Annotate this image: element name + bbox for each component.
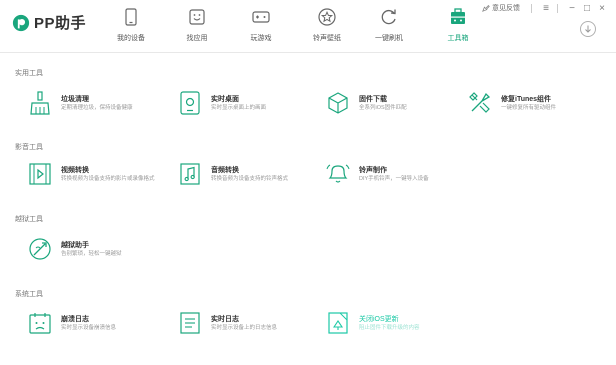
bell-icon — [326, 164, 350, 183]
section-title-media: 影音工具 — [15, 144, 43, 151]
tool-junk-clean[interactable]: 垃圾清理 定期清理垃圾，保持设备健康 — [28, 91, 168, 121]
tool-live-log[interactable]: 实时日志 实时显示设备上的日志信息 — [178, 311, 318, 341]
log-icon — [180, 312, 200, 334]
ios-update-icon — [328, 312, 348, 334]
tool-name: 修复iTunes组件 — [501, 96, 552, 103]
nav-label: 找应用 — [186, 35, 208, 42]
tool-name: 垃圾清理 — [61, 96, 89, 103]
tool-firmware-download[interactable]: 固件下载 全系列iOS固件匹配 — [326, 91, 466, 121]
nav-label: 我的设备 — [117, 35, 145, 42]
maximize-button[interactable]: □ — [581, 2, 593, 14]
download-button[interactable] — [580, 21, 596, 37]
section-title-system: 系统工具 — [15, 291, 43, 298]
wrench-icon — [469, 92, 491, 113]
tool-name: 实时桌面 — [211, 96, 239, 103]
nav-my-device[interactable]: 我的设备 — [102, 0, 160, 52]
tool-desc: DIY手机铃声，一键导入设备 — [359, 176, 429, 182]
tool-desc: 一键修复所有驱动组件 — [501, 105, 557, 111]
separator — [557, 3, 558, 13]
feedback-label: 意见反馈 — [492, 5, 520, 12]
toolbox-icon — [451, 8, 465, 24]
nav-label: 工具箱 — [447, 35, 469, 42]
tool-name: 固件下载 — [359, 96, 387, 103]
tool-desc: 实时显示设备崩溃信息 — [61, 325, 117, 331]
separator — [531, 3, 532, 13]
download-icon — [585, 25, 591, 33]
section-title-utility: 实用工具 — [15, 70, 43, 77]
app-window: PP助手 我的设备 找应用 玩游戏 铃声壁纸 一键刷机 工具箱 意见反馈 ≡ −… — [0, 0, 616, 365]
nav-games[interactable]: 玩游戏 — [232, 0, 290, 52]
top-bar: PP助手 我的设备 找应用 玩游戏 铃声壁纸 一键刷机 工具箱 意见反馈 ≡ −… — [0, 0, 616, 53]
tool-ringtone-maker[interactable]: 铃声制作 DIY手机铃声，一键导入设备 — [326, 162, 466, 192]
tool-name: 关闭iOS更新 — [359, 316, 399, 323]
close-button[interactable]: × — [596, 2, 608, 14]
tool-video-convert[interactable]: 视频转换 转换视频为设备支持的影片或录像格式 — [28, 162, 168, 192]
tool-desc: 全系列iOS固件匹配 — [359, 105, 407, 111]
tool-live-desktop[interactable]: 实时桌面 实时显示桌面上的画面 — [178, 91, 318, 121]
tool-desc: 实时显示桌面上的画面 — [211, 105, 267, 111]
tool-desc: 实时显示设备上的日志信息 — [211, 325, 278, 331]
crash-log-icon — [29, 313, 51, 334]
tool-name: 音频转换 — [211, 167, 239, 174]
tool-fix-itunes[interactable]: 修复iTunes组件 一键修复所有驱动组件 — [468, 91, 608, 121]
broom-icon — [30, 91, 50, 115]
logo: PP助手 — [12, 12, 86, 33]
tool-name: 实时日志 — [211, 316, 239, 323]
audio-icon — [180, 163, 200, 185]
tool-desc: 告别繁琐，轻松一键越狱 — [61, 251, 122, 257]
phone-icon — [125, 8, 137, 26]
tool-audio-convert[interactable]: 音频转换 转换音频为设备支持的铃声格式 — [178, 162, 318, 192]
nav-label: 玩游戏 — [250, 35, 272, 42]
tool-jailbreak-assistant[interactable]: 越狱助手 告别繁琐，轻松一键越狱 — [28, 237, 168, 267]
nav-ringtones[interactable]: 铃声壁纸 — [298, 0, 356, 52]
tool-desc: 定期清理垃圾，保持设备健康 — [61, 105, 133, 111]
tool-name: 崩溃日志 — [61, 316, 89, 323]
smile-icon — [189, 9, 205, 25]
feedback-icon — [482, 5, 490, 12]
cube-icon — [328, 92, 348, 114]
video-icon — [29, 163, 51, 185]
nav-flash[interactable]: 一键刷机 — [360, 0, 418, 52]
star-icon — [318, 8, 336, 26]
jailbreak-icon — [29, 238, 51, 260]
minimize-button[interactable]: − — [566, 2, 578, 14]
screen-icon — [180, 91, 200, 115]
nav-label: 一键刷机 — [375, 35, 403, 42]
tool-desc: 转换视频为设备支持的影片或录像格式 — [61, 176, 155, 182]
gamepad-icon — [252, 11, 270, 23]
tool-name: 越狱助手 — [61, 242, 89, 249]
menu-button[interactable]: ≡ — [540, 2, 552, 14]
pp-logo-icon — [12, 14, 30, 31]
nav-label: 铃声壁纸 — [313, 35, 341, 42]
nav-toolbox[interactable]: 工具箱 — [429, 0, 487, 52]
tool-name: 视频转换 — [61, 167, 89, 174]
tool-disable-ios-update[interactable]: 关闭iOS更新 阻止固件下载升级的内容 — [326, 311, 466, 341]
feedback-link[interactable]: 意见反馈 — [482, 3, 520, 13]
section-title-jailbreak: 越狱工具 — [15, 216, 43, 223]
tool-crash-log[interactable]: 崩溃日志 实时显示设备崩溃信息 — [28, 311, 168, 341]
nav-find-apps[interactable]: 找应用 — [168, 0, 226, 52]
refresh-icon — [381, 9, 396, 25]
window-controls: 意见反馈 ≡ − □ × — [482, 2, 608, 14]
tool-name: 铃声制作 — [359, 167, 387, 174]
tool-desc: 转换音频为设备支持的铃声格式 — [211, 176, 289, 182]
logo-text: PP助手 — [34, 15, 87, 32]
tool-desc: 阻止固件下载升级的内容 — [359, 325, 420, 331]
